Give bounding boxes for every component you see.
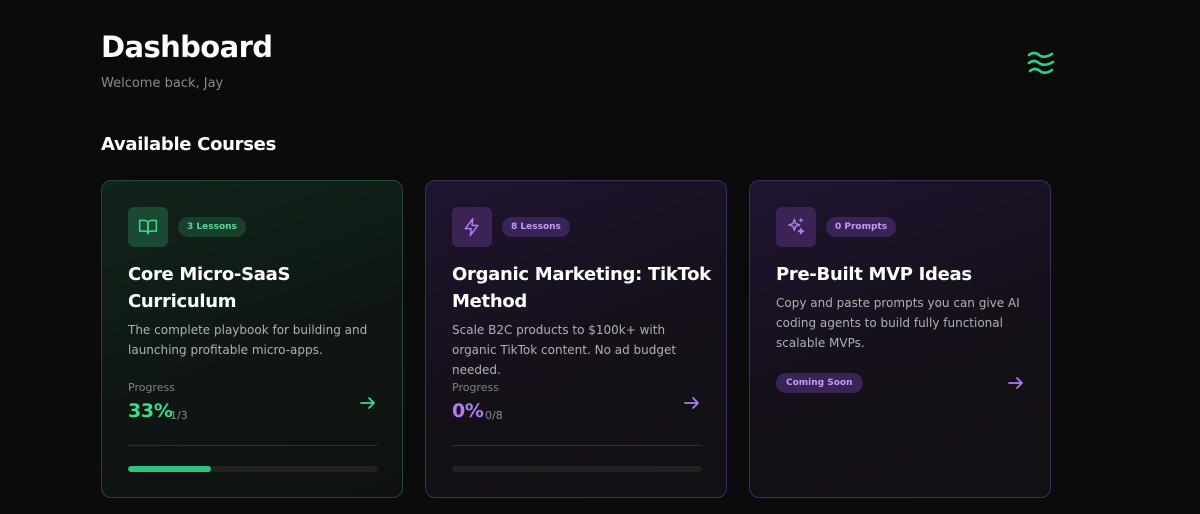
progress-label: Progress	[452, 381, 499, 394]
course-title: Pre-Built MVP Ideas	[776, 264, 972, 285]
coming-soon-badge: Coming Soon	[776, 373, 863, 393]
waves-logo-icon[interactable]	[1025, 50, 1057, 76]
course-description: Scale B2C products to $100k+ with organi…	[452, 323, 677, 377]
course-description: The complete playbook for building and l…	[128, 323, 368, 357]
lesson-count-badge: 3 Lessons	[178, 217, 246, 237]
course-description: Copy and paste prompts you can give AI c…	[776, 296, 1020, 350]
arrow-right-icon[interactable]	[358, 393, 378, 413]
book-open-icon	[128, 207, 168, 247]
course-card-mvp-ideas[interactable]: 0 Prompts Pre-Built MVP Ideas Copy and p…	[749, 180, 1051, 498]
arrow-right-icon[interactable]	[682, 393, 702, 413]
arrow-right-icon[interactable]	[1006, 373, 1026, 393]
course-title: Core Micro-SaaS Curriculum	[128, 264, 291, 312]
progress-bar-fill	[128, 466, 211, 472]
section-title: Available Courses	[101, 134, 276, 155]
page-title: Dashboard	[101, 30, 273, 64]
sparkles-icon	[776, 207, 816, 247]
prompt-count-badge: 0 Prompts	[826, 217, 897, 237]
divider	[128, 445, 378, 446]
progress-count: 1/3	[170, 409, 188, 422]
progress-bar	[128, 466, 378, 472]
divider	[452, 445, 702, 446]
course-title: Organic Marketing: TikTok Method	[452, 264, 711, 312]
zap-icon	[452, 207, 492, 247]
progress-percent: 33%	[128, 400, 173, 422]
progress-bar	[452, 466, 702, 472]
progress-label: Progress	[128, 381, 175, 394]
course-card-organic-marketing[interactable]: 8 Lessons Organic Marketing: TikTok Meth…	[425, 180, 727, 498]
course-card-core-micro-saas[interactable]: 3 Lessons Core Micro-SaaS Curriculum The…	[101, 180, 403, 498]
progress-count: 0/8	[485, 409, 503, 422]
lesson-count-badge: 8 Lessons	[502, 217, 570, 237]
progress-percent: 0%	[452, 400, 484, 422]
welcome-message: Welcome back, Jay	[101, 76, 224, 91]
